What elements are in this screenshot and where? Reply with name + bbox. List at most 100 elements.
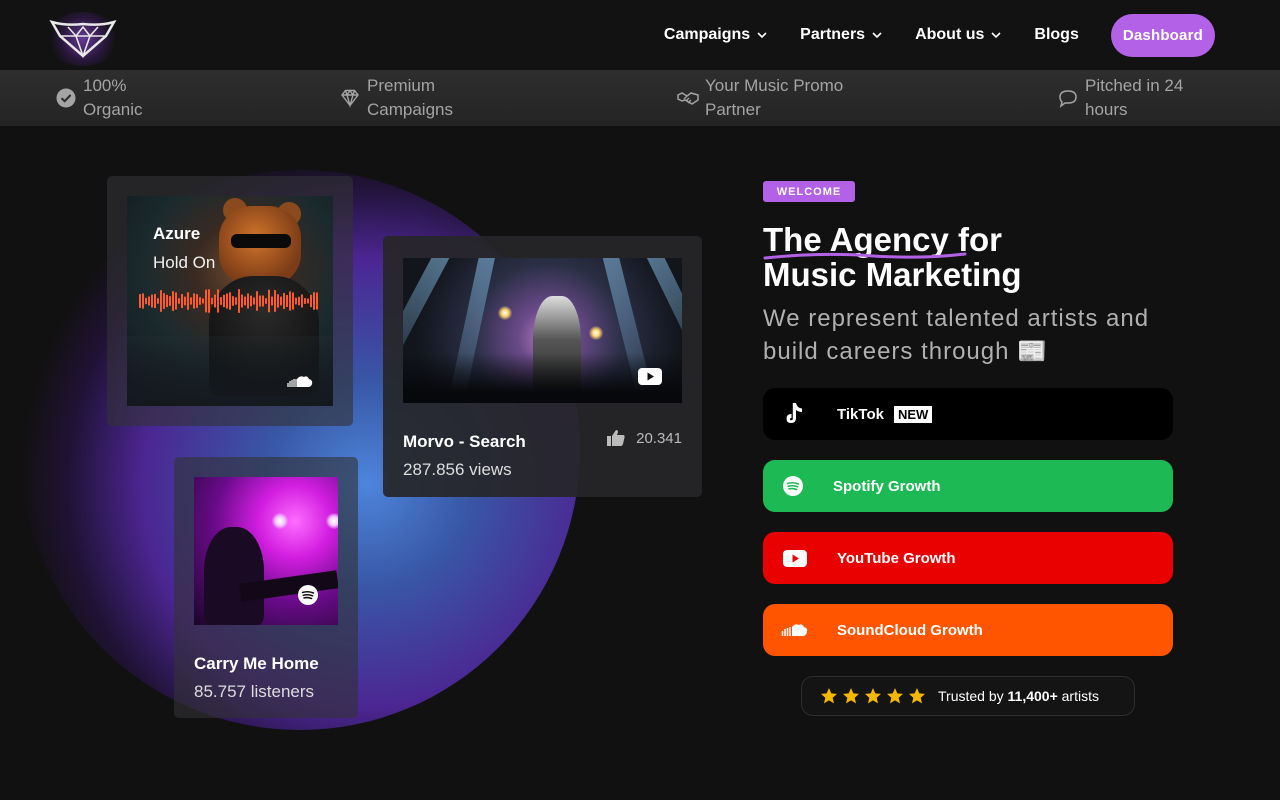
waveform-bar [232,296,234,306]
track-title: Hold On [153,253,216,272]
star-icon [865,688,881,704]
feature-line1: Pitched in 24 [1085,76,1184,95]
track-artist: Azure [153,224,201,243]
soundcloud-icon [781,624,808,636]
feature-bar: 100% Organic Premium Campaigns Your Music … [0,70,1280,126]
waveform-bar [160,290,162,312]
trust-text: Trusted by 11,400+ artists [938,688,1099,704]
waveform-bar [229,292,231,310]
welcome-badge: WELCOME [763,181,855,202]
waveform-bar [259,295,261,307]
rating-stars [820,687,930,705]
artwork-shape [231,234,291,248]
artwork-shape [204,527,264,625]
handshake-icon [677,92,699,105]
artwork-shape [498,306,512,320]
waveform-bar [238,289,240,313]
waveform-bar [199,297,201,305]
waveform-bar [262,295,264,307]
waveform-bar [241,294,243,308]
waveform-bar [271,296,273,306]
spotify-icon [783,476,803,496]
chevron-down-icon [991,32,1001,39]
star-icon [843,688,859,704]
nav-blogs[interactable]: Blogs [1034,26,1078,44]
waveform-bar [253,297,255,305]
waveform-bar [175,292,177,310]
waveform-bar [286,294,288,308]
hero-subhead: We represent talented artists and build … [763,305,1150,365]
thumbs-up-icon [607,430,625,446]
waveform-bar [163,293,165,309]
video-thumbnail [403,258,682,403]
waveform-bar [190,297,192,305]
chevron-down-icon [872,32,882,39]
waveform-bar [172,291,174,311]
waveform-bar [265,298,267,304]
diamond-icon [341,89,359,109]
artwork-shape [127,336,333,406]
trust-count: 11,400+ [1007,688,1058,704]
feature-line2: Organic [83,100,143,119]
chat-bubble-icon [1059,90,1077,108]
waveform-bar [193,293,195,309]
waveform-bar [184,296,186,306]
waveform-bar [151,294,153,308]
waveform-bar [223,294,225,308]
star-icon [909,688,925,704]
track-title: Carry Me Home [194,654,319,673]
waveform-bar [205,289,207,313]
feature-partner: Your Music Promo Partner [677,74,843,122]
waveform-bar [310,294,312,308]
spotify-track-card[interactable]: Carry Me Home 85.757 listeners [174,457,358,718]
artwork-shape [326,513,338,529]
waveform-bar [157,298,159,304]
soundcloud-track-card[interactable]: Azure Hold On [107,176,353,426]
nav-campaigns-label: Campaigns [663,26,751,43]
nav-partners[interactable]: Partners [800,26,883,44]
diamond-logo-icon [49,19,117,59]
nav-links: Campaigns Partners About us Blogs Dashbo… [664,13,1215,57]
star-icon [821,688,837,704]
waveform-bar [142,293,144,309]
nav-partners-label: Partners [800,26,866,43]
tiktok-service-button[interactable]: TikTok NEW [763,388,1173,440]
waveform-bar [196,294,198,308]
brand-logo[interactable] [46,12,120,66]
spotify-service-button[interactable]: Spotify Growth [763,460,1173,512]
feature-premium: Premium Campaigns [339,74,453,122]
verified-check-icon [56,88,76,108]
nav-blogs-label: Blogs [1034,26,1079,43]
waveform-bar [208,289,210,313]
waveform-bar [256,291,258,311]
waveform-bar [274,290,276,312]
waveform-bar [178,298,180,304]
feature-line2: hours [1085,100,1128,119]
waveform-bar [280,296,282,306]
feature-organic: 100% Organic [55,74,143,122]
tiktok-service-label: TikTok NEW [837,388,933,440]
waveform-bar [250,295,252,307]
waveform-bar [181,294,183,308]
youtube-service-button[interactable]: YouTube Growth [763,532,1173,584]
nav-campaigns[interactable]: Campaigns [664,26,768,44]
waveform-bar [202,298,204,304]
new-badge: NEW [893,405,933,423]
soundcloud-icon [287,376,313,387]
waveform-bar [148,296,150,306]
soundcloud-service-button[interactable]: SoundCloud Growth [763,604,1173,656]
youtube-video-card[interactable]: Morvo - Search 20.341 287.856 views [383,236,702,497]
waveform-bar [307,298,309,304]
video-title: Morvo - Search [403,432,526,451]
waveform-bar [298,296,300,306]
artwork-shape [272,513,288,529]
spotify-icon [298,585,318,605]
nav-about-us-label: About us [915,26,985,43]
waveform-bar [277,294,279,308]
waveform-bar [295,297,297,305]
trust-badge: Trusted by 11,400+ artists [801,676,1135,716]
waveform-bar [139,294,141,308]
dashboard-button[interactable]: Dashboard [1110,13,1215,57]
feature-pitched: Pitched in 24 hours [1057,74,1183,122]
nav-about-us[interactable]: About us [915,26,1002,44]
